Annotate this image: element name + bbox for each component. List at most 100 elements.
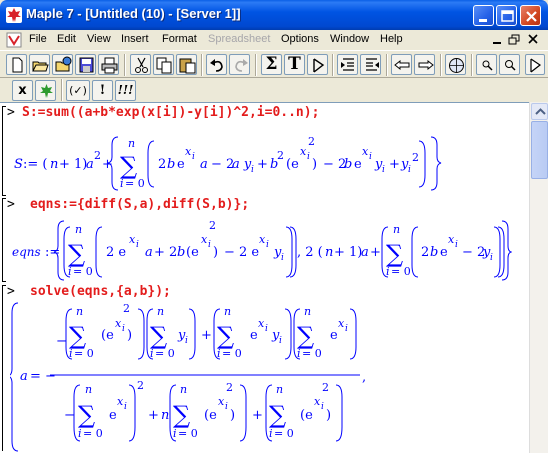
svg-text:n: n [276,383,283,396]
svg-text:,: , [362,370,366,385]
redo-button[interactable] [229,54,250,75]
title-bar[interactable]: Maple 7 - [Untitled (10) - [Server 1]] [0,0,548,30]
save-button[interactable] [75,54,96,75]
svg-text:2: 2 [158,157,166,172]
svg-text:i: i [281,253,284,263]
svg-text:i: i [251,165,254,175]
text-button[interactable]: T [284,54,305,75]
doc-minimize-icon[interactable] [491,33,505,46]
svg-text:+: + [257,157,268,172]
menu-help[interactable]: Help [380,33,403,45]
svg-text:b: b [167,157,175,172]
menu-window[interactable]: Window [330,33,369,45]
maximize-button[interactable] [496,5,517,26]
save-icon [79,57,94,73]
new-button[interactable] [6,54,27,75]
cut-icon [135,57,148,73]
execution-group-bracket[interactable] [2,285,6,451]
svg-text:x: x [201,233,208,246]
execution-group-bracket[interactable] [2,106,6,196]
svg-text:i: i [345,324,348,334]
svg-text:i: i [122,324,125,334]
svg-text:x: x [117,395,124,408]
svg-text:i: i [225,402,228,412]
svg-text:= 0: = 0 [73,265,93,278]
menu-edit[interactable]: Edit [57,33,76,45]
toolbar-separator [471,54,473,76]
open-url-button[interactable] [52,54,73,75]
svg-text:b: b [344,157,352,172]
group-left-button[interactable] [337,54,358,75]
group-right-button[interactable] [360,54,381,75]
command-line-3[interactable]: solve(eqns,{a,b}); [30,284,171,299]
print-button[interactable] [98,54,119,75]
command-line-1[interactable]: S:=sum((a+b*exp(x[i])-y[i])^2,i=0..n); [22,105,319,120]
svg-text:n: n [128,137,135,150]
toolbar-separator [386,54,388,76]
svg-text:e: e [354,157,362,172]
svg-text:− 2: − 2 [462,245,485,260]
zoom-out-button[interactable] [499,54,520,75]
back-button[interactable] [391,54,412,75]
copy-button[interactable] [153,54,174,75]
menu-options[interactable]: Options [281,33,319,45]
menu-file[interactable]: File [29,33,47,45]
svg-text:n: n [180,383,187,396]
stop-button[interactable] [445,54,466,75]
sigma-button[interactable]: Σ [261,54,282,75]
svg-text:n: n [161,408,169,423]
menu-spreadsheet[interactable]: Spreadsheet [208,33,270,45]
svg-text:+: + [148,408,159,423]
zoom-in-button[interactable] [476,54,497,75]
undo-button[interactable] [206,54,227,75]
input-prompt-button[interactable] [307,54,328,75]
command-line-2[interactable]: eqns:={diff(S,a),diff(S,b)}; [30,197,249,212]
paste-icon [179,58,196,74]
svg-text:∑: ∑ [386,240,403,268]
toolbar-separator [332,54,334,76]
svg-text:x: x [300,145,307,158]
text-T-icon: T [288,54,301,74]
vertical-scrollbar[interactable] [529,102,548,453]
doc-close-icon[interactable] [527,33,541,46]
math-mode-button[interactable]: x [12,80,33,101]
svg-text:− 2: − 2 [211,157,234,172]
document-control-icon[interactable] [6,32,22,48]
restart-button[interactable] [525,54,545,75]
execution-group-bracket[interactable] [2,198,6,282]
doc-restore-icon[interactable] [508,33,522,46]
chevron-up-icon [535,108,546,115]
execute-single-button[interactable]: ! [92,80,113,101]
scroll-thumb[interactable] [531,121,548,179]
close-button[interactable] [520,5,541,26]
execute-selection-button[interactable]: (✓) [66,80,90,101]
open-button[interactable] [29,54,50,75]
svg-text:x: x [338,317,345,330]
forward-button[interactable] [414,54,435,75]
svg-text:i: i [455,240,458,250]
svg-text:i: i [382,165,385,175]
svg-text:x: x [362,145,369,158]
toolbar-separator [255,54,257,76]
menu-view[interactable]: View [87,33,111,45]
svg-text:x: x [259,233,266,246]
svg-text:i: i [192,152,195,162]
svg-text:i: i [208,240,211,250]
cut-button[interactable] [130,54,151,75]
svg-text:+: + [201,328,212,343]
minimize-button[interactable] [473,5,494,26]
svg-text:i: i [265,324,268,334]
main-toolbar: Σ T [0,50,548,78]
menu-format[interactable]: Format [162,33,197,45]
menu-insert[interactable]: Insert [121,33,149,45]
svg-text:e: e [177,157,185,172]
svg-text:i: i [69,347,73,360]
scroll-up-button[interactable] [531,103,548,120]
paste-button[interactable] [176,54,197,75]
svg-text:= 0: = 0 [391,265,411,278]
execute-all-button[interactable]: !!! [115,80,136,101]
svg-text:b: b [430,245,438,260]
worksheet[interactable]: > S:=sum((a+b*exp(x[i])-y[i])^2,i=0..n);… [0,102,529,453]
svg-text:+: + [252,408,263,423]
maple-leaf-button[interactable] [35,80,56,101]
